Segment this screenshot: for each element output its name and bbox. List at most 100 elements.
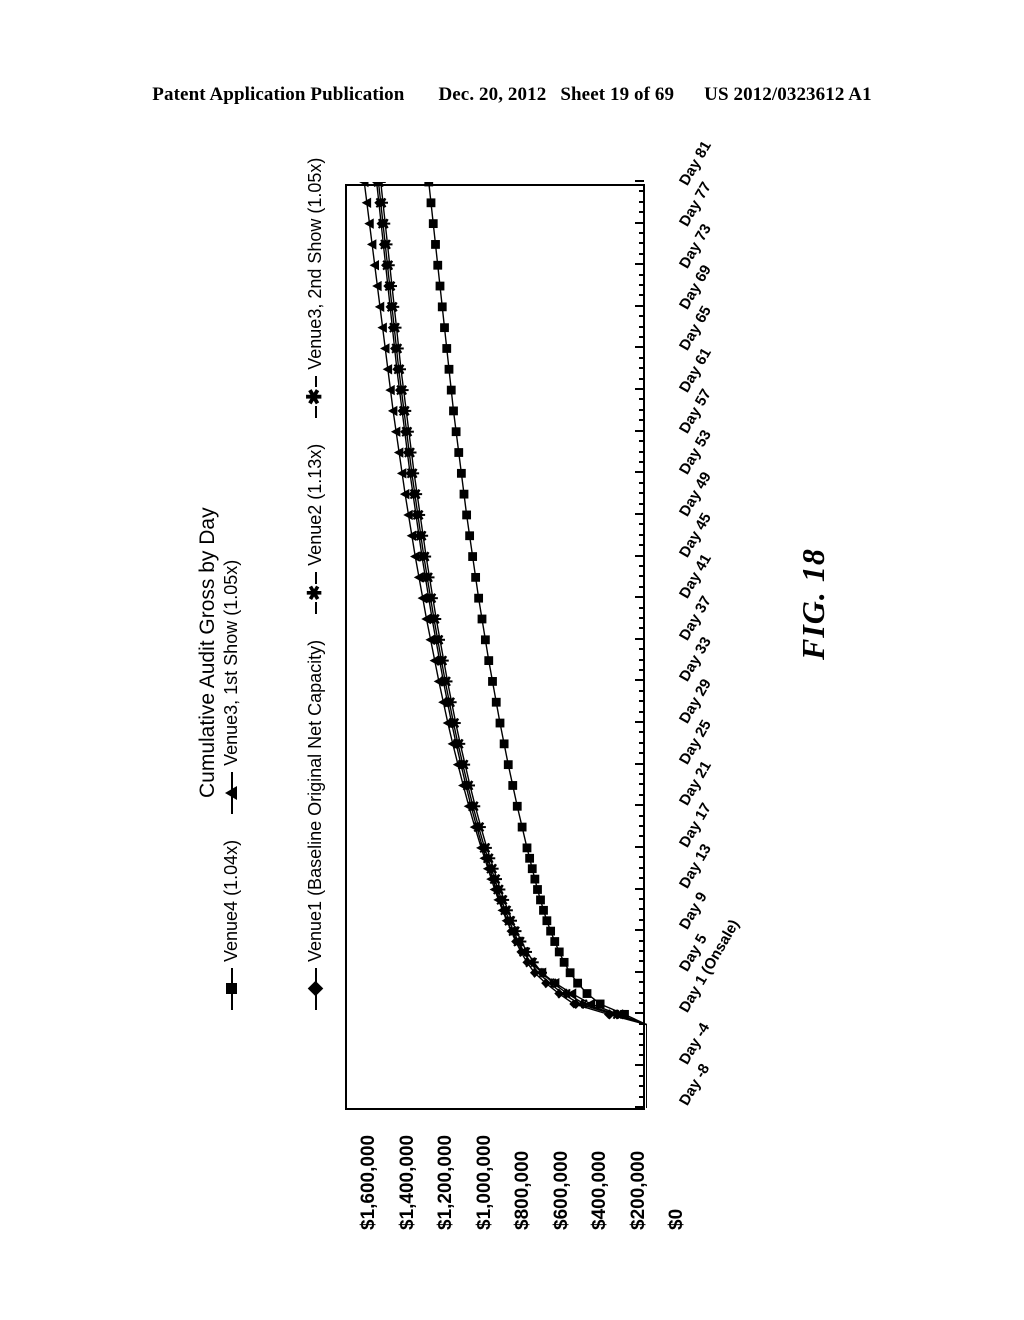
axis-tick — [639, 1074, 644, 1077]
day-tick-label: Day 13 — [676, 841, 715, 892]
axis-tick — [639, 1095, 644, 1098]
x-marker-icon: ✱ — [305, 571, 326, 614]
axis-tick — [639, 700, 644, 703]
value-tick-label: $400,000 — [589, 1150, 610, 1230]
axis-tick — [635, 887, 644, 890]
data-series-layer — [359, 182, 647, 1108]
chart-legend: Venue1 (Baseline Original Net Capacity) … — [221, 158, 348, 1010]
publication-label: Patent Application Publication — [152, 84, 405, 105]
day-tick-label: Day 25 — [676, 716, 715, 768]
axis-tick — [639, 367, 644, 370]
axis-tick — [639, 658, 644, 661]
value-tick-label: $1,400,000 — [396, 1134, 418, 1230]
day-tick-label: Day 65 — [676, 303, 715, 354]
axis-tick — [635, 471, 644, 474]
axis-tick — [639, 533, 644, 536]
patent-header: Patent Application Publication Dec. 20, … — [0, 84, 1024, 106]
axis-tick — [639, 377, 644, 380]
axis-tick — [635, 1064, 644, 1067]
axis-tick — [635, 1106, 644, 1108]
axis-tick — [639, 773, 644, 776]
day-tick-label: Day 57 — [676, 386, 715, 437]
legend-row: Venue4 (1.04x) Venue3, 1st Show (1.05x) — [214, 534, 248, 1010]
chart-figure — [345, 180, 685, 1110]
value-tick-label: $600,000 — [550, 1150, 572, 1230]
axis-tick — [639, 1053, 644, 1056]
axis-tick — [635, 263, 644, 266]
axis-tick — [639, 450, 644, 453]
axis-tick — [639, 710, 644, 713]
legend-item-venue2[interactable]: ✱ Venue2 (1.13x) — [305, 444, 326, 614]
axis-tick — [635, 388, 644, 391]
axis-tick — [639, 1022, 644, 1025]
axis-tick — [635, 679, 644, 682]
value-tick-label: $1,200,000 — [435, 1134, 456, 1230]
axis-tick — [635, 762, 644, 765]
axis-tick — [639, 481, 644, 484]
day-tick-label: Day -8 — [676, 1061, 714, 1109]
axis-tick — [635, 346, 644, 349]
legend-item-venue1[interactable]: Venue1 (Baseline Original Net Capacity) — [305, 640, 326, 1010]
axis-tick — [635, 221, 644, 224]
day-tick-label: Day 61 — [676, 344, 715, 396]
axis-tick — [639, 1043, 644, 1046]
diamond-marker-icon — [305, 968, 325, 1010]
axis-tick — [639, 523, 644, 526]
series-triangle — [359, 182, 647, 1108]
axis-tick — [639, 492, 644, 495]
axis-tick — [639, 939, 644, 942]
axis-tick — [639, 741, 644, 744]
legend-item-venue3-2nd[interactable]: ✱ Venue3, 2nd Show (1.05x) — [304, 157, 326, 418]
axis-tick — [639, 814, 644, 817]
axis-tick — [639, 232, 644, 235]
axis-tick — [639, 825, 644, 828]
axis-tick — [639, 908, 644, 911]
axis-tick — [639, 419, 644, 422]
axis-tick — [635, 970, 644, 973]
axis-tick — [635, 596, 644, 599]
value-tick-label: $200,000 — [627, 1150, 649, 1230]
axis-tick — [639, 242, 644, 245]
legend-label: Venue4 (1.04x) — [220, 839, 241, 962]
day-tick-label: Day 77 — [676, 179, 715, 230]
axis-tick — [635, 804, 644, 807]
axis-tick — [635, 1012, 644, 1015]
axis-tick — [639, 356, 644, 359]
axis-tick — [635, 637, 644, 640]
star-marker-icon: ✱ — [304, 375, 326, 418]
value-tick-label: $800,000 — [512, 1150, 533, 1230]
axis-tick — [639, 835, 644, 838]
axis-tick — [639, 981, 644, 984]
value-tick-label: $0 — [666, 1208, 687, 1230]
axis-tick — [639, 689, 644, 692]
legend-item-venue3-1st[interactable]: Venue3, 1st Show (1.05x) — [221, 560, 242, 814]
axis-tick — [639, 897, 644, 900]
series-star — [375, 182, 647, 1108]
axis-tick — [639, 960, 644, 963]
axis-tick — [639, 877, 644, 880]
legend-label: Venue1 (Baseline Original Net Capacity) — [304, 639, 325, 962]
axis-tick — [639, 252, 644, 255]
axis-tick — [639, 502, 644, 505]
patent-number: US 2012/0323612 A1 — [704, 84, 872, 105]
sheet-number: Sheet 19 of 69 — [560, 84, 675, 105]
axis-tick — [639, 606, 644, 609]
axis-tick — [639, 325, 644, 328]
day-tick-label: Day 21 — [676, 758, 715, 809]
axis-tick — [639, 627, 644, 630]
square-marker-icon — [221, 968, 241, 1010]
legend-label: Venue3, 2nd Show (1.05x) — [304, 157, 325, 370]
legend-item-venue4[interactable]: Venue4 (1.04x) — [221, 840, 242, 1010]
day-tick-label: Day 49 — [676, 468, 715, 520]
axis-tick — [639, 731, 644, 734]
axis-tick — [639, 856, 644, 859]
legend-label: Venue2 (1.13x) — [304, 443, 325, 566]
axis-tick — [639, 617, 644, 619]
axis-tick — [639, 575, 644, 578]
legend-row: Venue1 (Baseline Original Net Capacity) … — [298, 132, 332, 1010]
day-tick-label: Day 17 — [676, 799, 715, 851]
axis-tick — [639, 1001, 644, 1004]
day-tick-label: Day 69 — [676, 262, 715, 313]
day-tick-label: Day 29 — [676, 675, 715, 727]
axis-tick — [639, 949, 644, 952]
